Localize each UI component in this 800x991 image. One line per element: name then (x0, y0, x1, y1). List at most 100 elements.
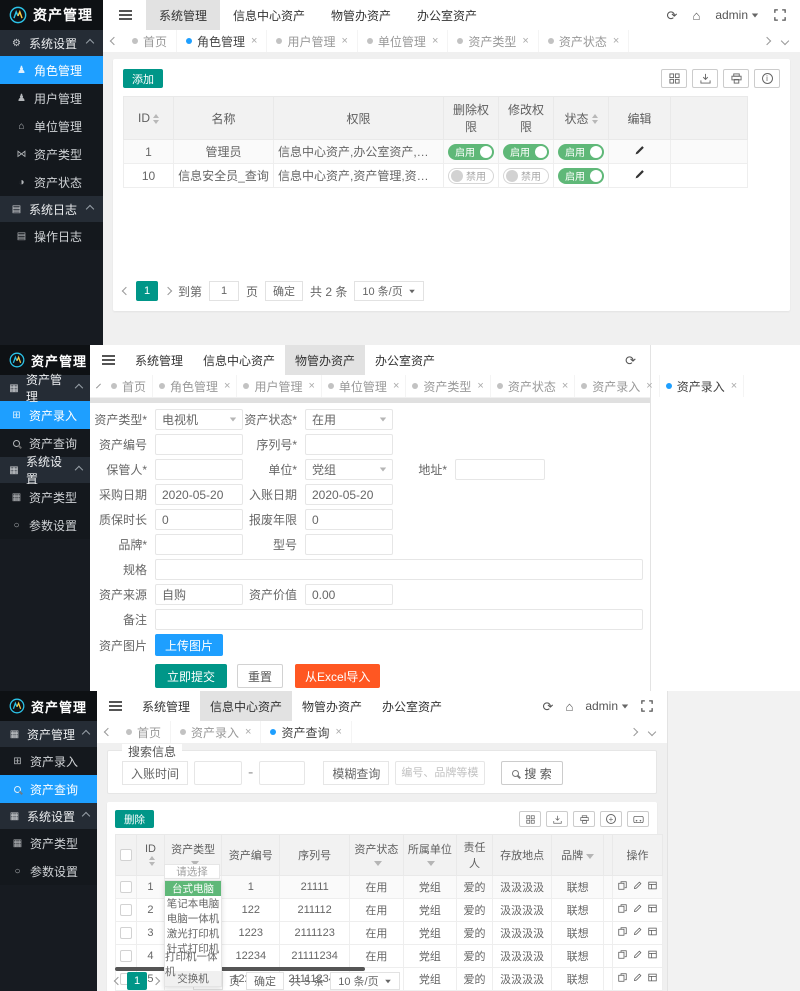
close-icon[interactable]: × (477, 380, 483, 392)
warranty-input[interactable] (155, 509, 243, 530)
refresh-icon[interactable]: ⟳ (625, 354, 636, 367)
row-checkbox[interactable] (120, 881, 132, 893)
sidebar-item-asset-type[interactable]: ⋈资产类型 (0, 140, 103, 168)
sidebar-group-asset-management[interactable]: ▦ 资产管理 (0, 375, 90, 401)
status-toggle[interactable]: 启用 (558, 168, 604, 184)
copy-icon[interactable] (618, 927, 627, 936)
asset-type-select[interactable]: 请选择 (164, 864, 220, 879)
col-unit[interactable]: 所属单位 (403, 835, 457, 876)
entry-date-input[interactable] (305, 484, 393, 505)
tab-home[interactable]: 首页 (105, 375, 153, 397)
tab-asset-type[interactable]: 资产类型× (448, 30, 538, 52)
close-icon[interactable]: × (224, 380, 230, 392)
fuzzy-search-input[interactable] (395, 761, 485, 785)
nav-system-management[interactable]: 系统管理 (146, 0, 220, 30)
edit-icon[interactable] (633, 973, 642, 982)
excel-import-button[interactable]: 从Excel导入 (295, 664, 380, 688)
nav-property-office-assets[interactable]: 物管办资产 (292, 691, 372, 721)
fullscreen-icon[interactable] (641, 700, 653, 712)
close-icon[interactable]: × (245, 726, 251, 738)
refresh-icon[interactable]: ⟳ (667, 9, 678, 22)
nav-system-management[interactable]: 系统管理 (125, 345, 193, 375)
tab-home[interactable]: 首页 (123, 30, 177, 52)
unit-select[interactable]: 党组 (305, 459, 393, 480)
horizontal-scrollbar[interactable] (115, 967, 365, 971)
asset-status-select[interactable]: 在用 (305, 409, 393, 430)
edit-icon[interactable] (633, 881, 642, 890)
edit-icon[interactable] (633, 927, 642, 936)
per-page-select[interactable]: 10 条/页 (330, 972, 399, 990)
filter-columns-icon[interactable] (661, 69, 687, 88)
print-icon[interactable] (573, 811, 595, 827)
close-icon[interactable]: × (646, 380, 652, 392)
tab-asset-entry[interactable]: 资产录入× (171, 721, 261, 743)
tab-unit-management[interactable]: 单位管理× (358, 30, 448, 52)
close-icon[interactable]: × (308, 380, 314, 392)
close-icon[interactable]: × (335, 726, 341, 738)
info-icon[interactable]: i (754, 69, 780, 88)
tab-asset-type[interactable]: 资产类型× (406, 375, 490, 397)
home-icon[interactable]: ⌂ (565, 700, 573, 713)
edit-pencil-icon[interactable] (634, 145, 645, 156)
col-id[interactable]: ID (124, 97, 174, 140)
sidebar-item-asset-type[interactable]: ▦资产类型 (0, 483, 90, 511)
menu-toggle-icon[interactable] (119, 14, 132, 16)
nav-info-center-assets[interactable]: 信息中心资产 (220, 0, 318, 30)
modify-permission-toggle[interactable]: 禁用 (503, 168, 549, 184)
nav-office-assets[interactable]: 办公室资产 (365, 345, 445, 375)
edit-pencil-icon[interactable] (634, 169, 645, 180)
copy-icon[interactable] (618, 904, 627, 913)
tabs-scroll-right[interactable] (763, 37, 771, 45)
goto-page-input[interactable] (209, 281, 239, 301)
col-asset-status[interactable]: 资产状态 (350, 835, 404, 876)
asset-type-select[interactable]: 电视机 (155, 409, 243, 430)
per-page-select[interactable]: 10 条/页 (354, 281, 423, 301)
reset-button[interactable]: 重置 (237, 664, 283, 688)
sidebar-group-asset-management[interactable]: ▦ 资产管理 (0, 721, 97, 747)
date-to-input[interactable] (259, 761, 305, 785)
prev-page-icon[interactable] (122, 287, 130, 295)
row-checkbox[interactable] (120, 927, 132, 939)
confirm-page-button[interactable]: 确定 (246, 972, 284, 990)
current-page-button[interactable]: 1 (127, 972, 147, 990)
menu-toggle-icon[interactable] (109, 705, 122, 707)
sidebar-item-asset-entry[interactable]: ⊞资产录入 (0, 747, 97, 775)
remark-input[interactable] (155, 609, 643, 630)
sidebar-item-user-management[interactable]: ♟用户管理 (0, 84, 103, 112)
purchase-date-input[interactable] (155, 484, 243, 505)
sidebar-item-role-management[interactable]: ♟角色管理 (0, 56, 103, 84)
print-icon[interactable] (723, 69, 749, 88)
tab-user-management[interactable]: 用户管理× (237, 375, 321, 397)
submit-button[interactable]: 立即提交 (155, 664, 227, 688)
close-icon[interactable]: × (251, 35, 257, 47)
close-icon[interactable]: × (522, 35, 528, 47)
current-page-button[interactable]: 1 (136, 281, 158, 301)
row-checkbox[interactable] (120, 950, 132, 962)
sidebar-item-asset-entry[interactable]: ⊞资产录入 (0, 401, 90, 429)
detail-icon[interactable] (648, 927, 657, 936)
close-icon[interactable]: × (393, 380, 399, 392)
user-menu[interactable]: admin (715, 8, 759, 22)
export-icon[interactable] (692, 69, 718, 88)
close-icon[interactable]: × (731, 380, 737, 392)
col-brand[interactable]: 品牌 (552, 835, 604, 876)
brand-input[interactable] (155, 534, 243, 555)
nav-info-center-assets[interactable]: 信息中心资产 (193, 345, 285, 375)
nav-system-management[interactable]: 系统管理 (132, 691, 200, 721)
nav-property-office-assets[interactable]: 物管办资产 (318, 0, 404, 30)
tab-asset-query[interactable]: 资产查询× (261, 721, 351, 743)
search-button[interactable]: 搜 索 (501, 761, 562, 785)
close-icon[interactable]: × (613, 35, 619, 47)
filter-columns-icon[interactable] (519, 811, 541, 827)
tabs-menu-icon[interactable] (781, 37, 789, 45)
scrap-years-input[interactable] (305, 509, 393, 530)
detail-icon[interactable] (648, 904, 657, 913)
dropdown-option[interactable]: 打印机一体机 (165, 956, 221, 971)
delete-permission-toggle[interactable]: 禁用 (448, 168, 494, 184)
upload-photo-button[interactable]: 上传图片 (155, 634, 223, 656)
tab-home[interactable]: 首页 (117, 721, 171, 743)
archive-icon[interactable] (627, 811, 649, 827)
sidebar-item-asset-query[interactable]: 资产查询 (0, 775, 97, 803)
delete-button[interactable]: 删除 (115, 810, 154, 828)
select-all-checkbox[interactable] (120, 849, 132, 861)
